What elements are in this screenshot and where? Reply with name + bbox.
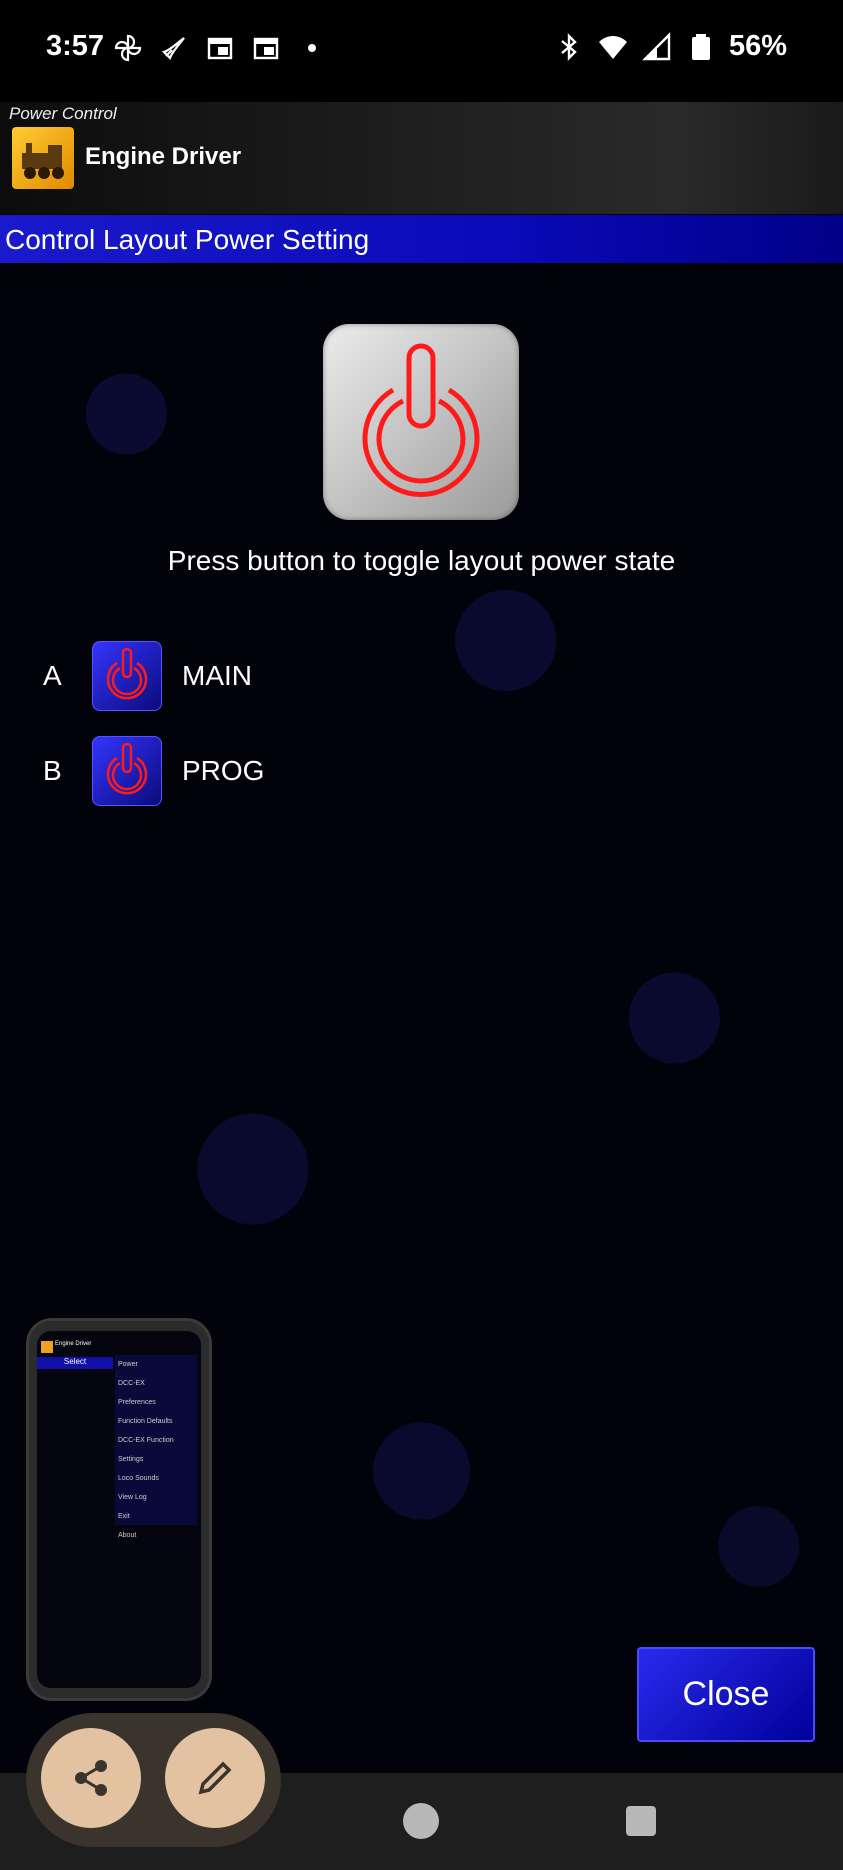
power-icon <box>106 742 148 795</box>
track-a-power-button[interactable] <box>92 641 162 711</box>
thumbnail-menu-item: DCC-EX <box>118 1380 145 1387</box>
thumbnail-logo-icon <box>41 1341 53 1353</box>
thumbnail-menu-item: DCC-EX Function Settings <box>118 1437 174 1463</box>
calendar-icon <box>253 37 279 60</box>
power-icon <box>362 343 480 497</box>
recents-button[interactable] <box>626 1806 656 1836</box>
wifi-icon <box>598 35 627 59</box>
app-logo-icon <box>12 127 74 189</box>
section-title: Control Layout Power Setting <box>5 224 370 255</box>
pencil-icon <box>198 1761 232 1795</box>
status-icons-left <box>112 32 328 64</box>
track-letter-a: A <box>43 660 62 691</box>
status-icons-right: 56% <box>553 30 787 63</box>
thumbnail-menu-item: Function Defaults <box>118 1418 173 1425</box>
locomotive-icon <box>22 143 64 179</box>
share-button[interactable] <box>41 1728 141 1828</box>
battery-icon <box>691 33 710 60</box>
app-subtitle: Power Control <box>9 104 117 123</box>
layout-power-button[interactable] <box>323 324 519 520</box>
rocket-icon <box>161 37 185 61</box>
app-title: Engine Driver <box>85 143 242 170</box>
battery-percent: 56% <box>728 30 787 62</box>
screenshot-thumbnail[interactable]: Engine Driver Select Power DCC-EX Prefer… <box>26 1318 212 1701</box>
thumbnail-title: Engine Driver <box>55 1341 92 1347</box>
hint-text: Press button to toggle layout power stat… <box>167 545 676 576</box>
thumbnail-preview: Engine Driver Select Power DCC-EX Prefer… <box>37 1331 201 1688</box>
thumbnail-menu-item: Exit <box>118 1513 130 1520</box>
edit-button[interactable] <box>165 1728 265 1828</box>
status-time: 3:57 <box>46 30 105 62</box>
thumbnail-menu-item: View Log <box>118 1494 147 1501</box>
thumbnail-menu: Power DCC-EX Preferences Function Defaul… <box>115 1355 197 1539</box>
dot-icon <box>308 44 316 52</box>
thumbnail-select: Select <box>37 1357 113 1369</box>
thumbnail-menu-item: Loco Sounds <box>118 1475 159 1482</box>
thumbnail-menu-item: About <box>118 1532 137 1539</box>
thumbnail-menu-item: Preferences <box>118 1399 156 1406</box>
home-button[interactable] <box>403 1803 439 1839</box>
signal-icon <box>642 31 671 60</box>
track-b-power-button[interactable] <box>92 736 162 806</box>
close-button[interactable]: Close <box>637 1647 815 1742</box>
share-icon <box>75 1760 107 1796</box>
power-icon <box>106 647 148 700</box>
track-letter-b: B <box>43 755 62 786</box>
track-label-main: MAIN <box>182 660 252 691</box>
pinwheel-icon <box>114 34 142 62</box>
calendar-icon <box>207 37 233 60</box>
bluetooth-icon <box>561 32 577 61</box>
track-label-prog: PROG <box>182 755 265 786</box>
thumbnail-menu-item: Power <box>118 1361 138 1368</box>
status-bar: 3:57 56% <box>0 0 843 102</box>
